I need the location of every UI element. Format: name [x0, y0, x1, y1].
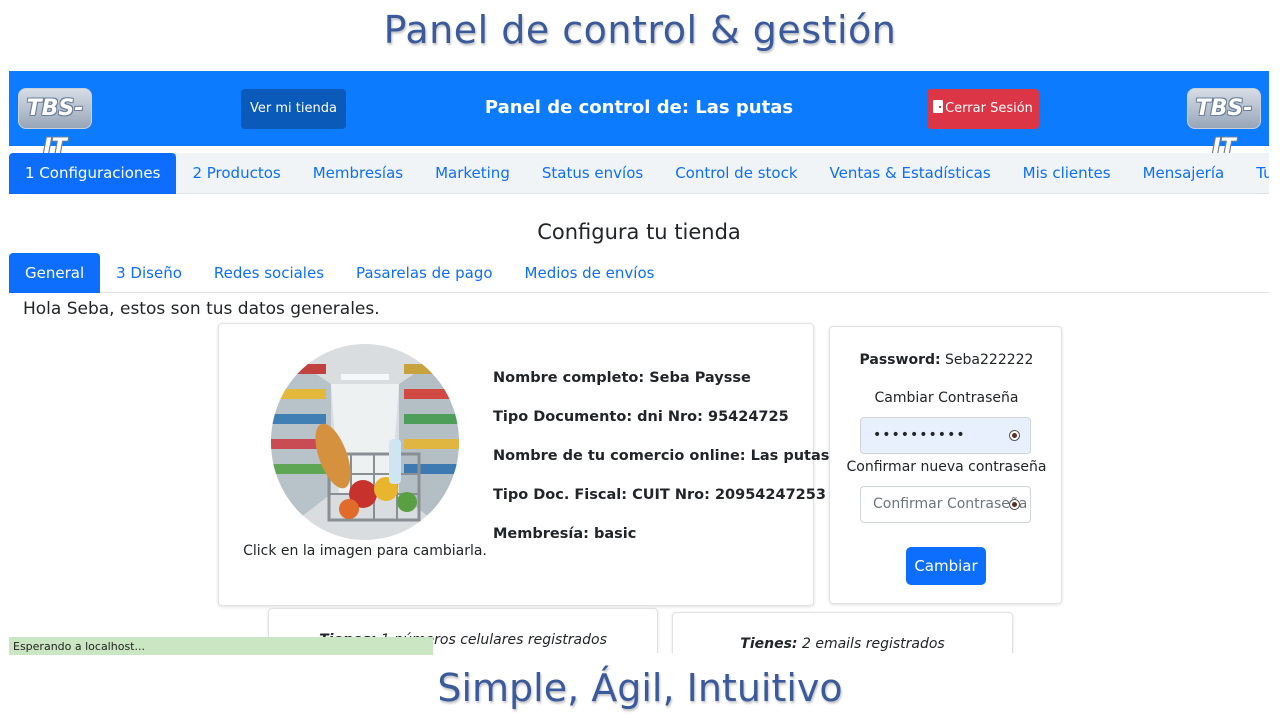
brand-logo-right[interactable]: TBS-IT	[1187, 88, 1261, 160]
greeting-text: Hola Seba, estos son tus datos generales…	[23, 299, 380, 319]
profile-card: Click en la imagen para cambiarla. Nombr…	[218, 323, 829, 606]
confirm-password-label: Confirmar nueva contraseña	[846, 459, 1047, 475]
tab-pasarelas-pago[interactable]: Pasarelas de pago	[340, 253, 509, 293]
tab-control-stock[interactable]: Control de stock	[659, 153, 813, 194]
change-password-button[interactable]: Cambiar	[906, 547, 986, 585]
eye-icon[interactable]	[1009, 430, 1020, 441]
emails-prefix: Tienes:	[740, 636, 798, 652]
tab-status-envios[interactable]: Status envíos	[526, 153, 659, 194]
store-avatar-image[interactable]	[271, 344, 459, 540]
password-label: Password:	[859, 352, 941, 368]
tab-medios-envios[interactable]: Medios de envíos	[509, 253, 671, 293]
panel-title: Panel de control de: Las putas	[484, 97, 794, 118]
fiscal-text: Tipo Doc. Fiscal: CUIT Nro: 20954247253	[493, 487, 826, 503]
avatar-hint: Click en la imagen para cambiarla.	[243, 543, 487, 559]
section-title: Configura tu tienda	[537, 220, 741, 244]
logout-button[interactable]: Cerrar Sesión	[927, 89, 1039, 129]
tab-redes-sociales[interactable]: Redes sociales	[198, 253, 340, 293]
password-line: Password: Seba222222	[830, 352, 1063, 368]
password-card: Password: Seba222222 Cambiar Contraseña …	[829, 326, 1062, 604]
slide-title: Panel de control & gestión	[383, 8, 897, 52]
tab-ventas-estadisticas[interactable]: Ventas & Estadísticas	[814, 153, 1007, 194]
new-password-value: ••••••••••	[873, 427, 966, 443]
tab-tus-finanzas[interactable]: Tus finanzas	[1240, 153, 1269, 194]
supermarket-cart-image	[271, 344, 459, 540]
tab-marketing[interactable]: Marketing	[419, 153, 526, 194]
door-icon	[933, 100, 944, 113]
tab-diseno[interactable]: 3 Diseño	[100, 253, 198, 293]
slide-subtitle: Simple, Ágil, Intuitivo	[437, 666, 843, 710]
document-text: Tipo Documento: dni Nro: 95424725	[493, 409, 789, 425]
view-store-button[interactable]: Ver mi tienda	[241, 89, 346, 129]
tab-mensajeria[interactable]: Mensajería	[1127, 153, 1241, 194]
eye-icon[interactable]	[1009, 499, 1020, 510]
confirm-password-placeholder: Confirmar Contraseña	[873, 496, 1028, 512]
main-nav-tabs: 1 Configuraciones 2 Productos Membresías…	[9, 153, 1269, 194]
browser-status-bar: Esperando a localhost...	[9, 637, 433, 655]
logout-label: Cerrar Sesión	[945, 101, 1033, 116]
store-name-text: Nombre de tu comercio online: Las putas	[493, 448, 830, 464]
full-name-text: Nombre completo: Seba Paysse	[493, 370, 751, 386]
confirm-password-input[interactable]: Confirmar Contraseña	[860, 486, 1031, 523]
top-header-bar: TBS-IT Ver mi tienda Panel de control de…	[9, 71, 1269, 160]
tab-productos[interactable]: 2 Productos	[176, 153, 296, 194]
membership-text: Membresía: basic	[493, 526, 637, 542]
brand-logo-left[interactable]: TBS-IT	[18, 88, 92, 160]
emails-count-text: Tienes: 2 emails registrados	[673, 636, 1012, 652]
browser-viewport: TBS-IT Ver mi tienda Panel de control de…	[9, 71, 1269, 653]
new-password-input[interactable]: ••••••••••	[860, 417, 1031, 454]
tab-mis-clientes[interactable]: Mis clientes	[1007, 153, 1127, 194]
sub-nav-tabs: General 3 Diseño Redes sociales Pasarela…	[9, 253, 1269, 293]
tab-configuraciones[interactable]: 1 Configuraciones	[9, 153, 177, 194]
change-password-label: Cambiar Contraseña	[874, 390, 1019, 406]
password-value: Seba222222	[945, 352, 1034, 368]
tab-membresias[interactable]: Membresías	[297, 153, 419, 194]
emails-text: 2 emails registrados	[801, 636, 945, 652]
emails-card: Tienes: 2 emails registrados	[672, 612, 1013, 653]
tab-general[interactable]: General	[9, 253, 101, 293]
